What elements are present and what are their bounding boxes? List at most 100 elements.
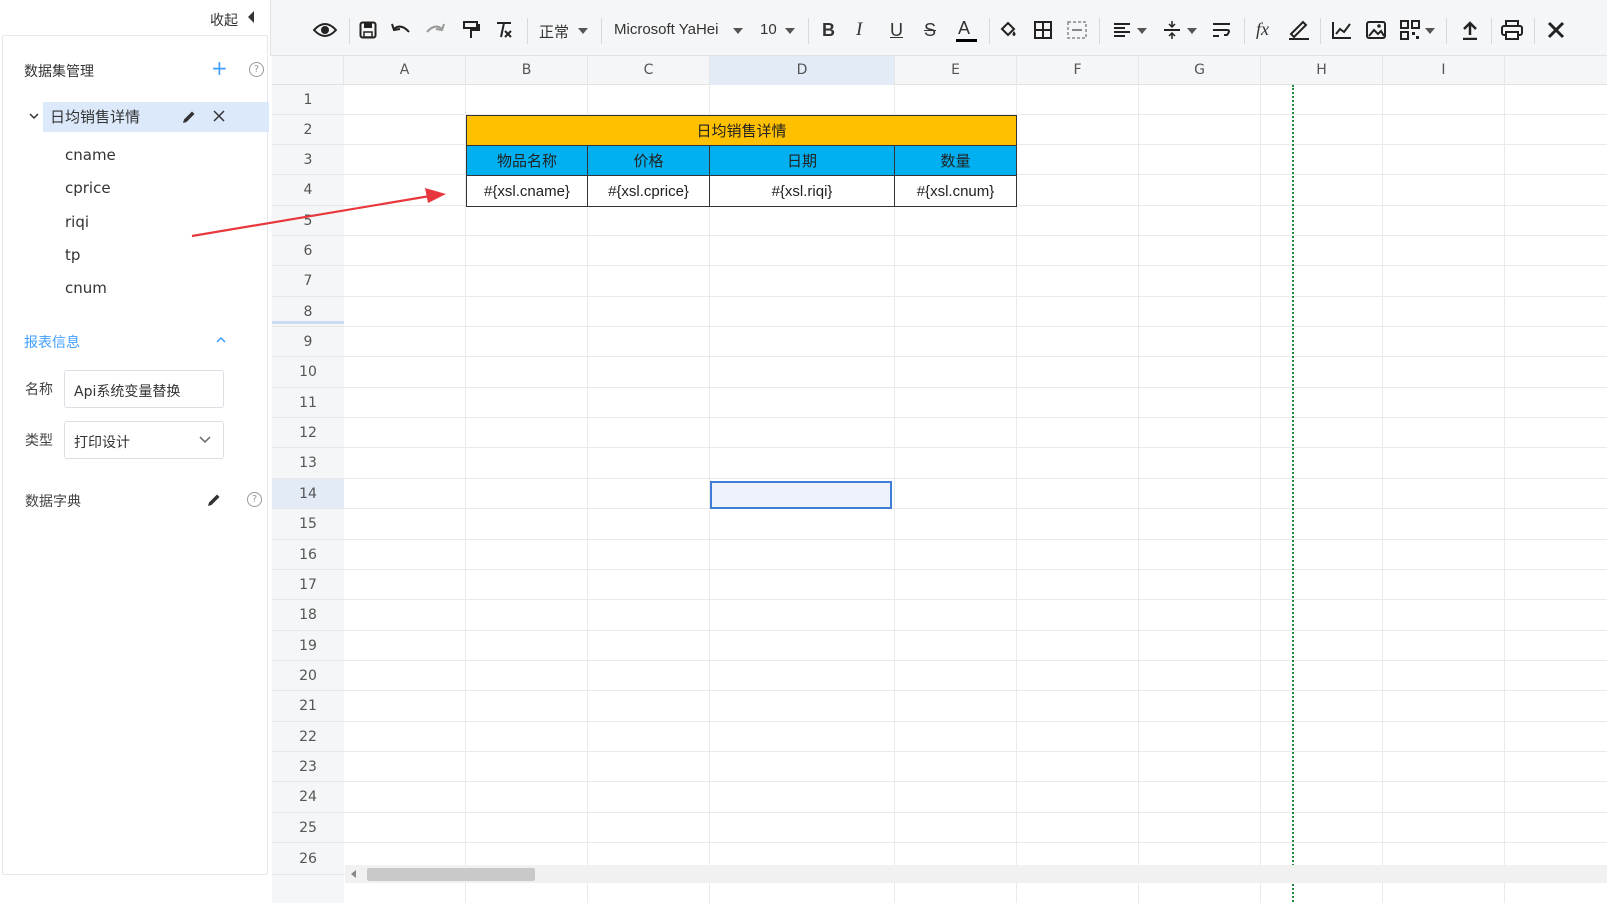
row-header[interactable]: 11: [272, 388, 344, 418]
style-select-caret[interactable]: [578, 28, 588, 34]
row-header[interactable]: 24: [272, 782, 344, 813]
collapse-bar[interactable]: 收起: [0, 0, 270, 35]
header-cell[interactable]: 日期: [709, 145, 895, 176]
undo-icon[interactable]: [390, 18, 412, 42]
field-item[interactable]: cname: [65, 146, 116, 164]
row-header[interactable]: 12: [272, 418, 344, 448]
chart-icon[interactable]: [1331, 18, 1353, 42]
corner-cell[interactable]: [272, 56, 344, 85]
row-header[interactable]: 7: [272, 266, 344, 297]
field-item[interactable]: riqi: [65, 213, 89, 231]
row-header[interactable]: 19: [272, 631, 344, 661]
field-item[interactable]: tp: [65, 246, 80, 264]
vertical-align-caret[interactable]: [1187, 28, 1197, 34]
column-header[interactable]: H: [1261, 56, 1383, 85]
preview-eye-icon[interactable]: [313, 18, 337, 42]
chevron-down-icon[interactable]: [28, 110, 40, 122]
italic-button[interactable]: I: [856, 19, 862, 41]
field-item[interactable]: cnum: [65, 279, 107, 297]
vertical-align-icon[interactable]: [1161, 18, 1183, 42]
border-icon[interactable]: [1032, 18, 1054, 42]
add-dataset-icon[interactable]: +: [211, 58, 228, 78]
font-size-caret[interactable]: [785, 28, 795, 34]
dictionary-help-icon[interactable]: ?: [247, 492, 262, 507]
cell-area[interactable]: 日均销售详情 物品名称 价格 日期 数量 #{xsl.cname} #{xsl.…: [344, 85, 1607, 903]
image-icon[interactable]: [1365, 18, 1387, 42]
font-color-button[interactable]: A: [958, 18, 970, 39]
collapse-label[interactable]: 收起: [210, 10, 238, 30]
field-item[interactable]: cprice: [65, 179, 111, 197]
selected-cell[interactable]: [710, 481, 892, 509]
row-header[interactable]: 21: [272, 691, 344, 722]
upload-icon[interactable]: [1459, 18, 1481, 42]
row-header[interactable]: 18: [272, 600, 344, 631]
merge-cells-icon[interactable]: [1066, 18, 1088, 42]
fill-color-icon[interactable]: [998, 18, 1020, 42]
spreadsheet-grid[interactable]: A B C D E F G H I 1 2 3 4 5 6 7 8 9 10 11 12 13 14 15 1…: [272, 56, 1607, 903]
row-header[interactable]: 14: [272, 479, 344, 509]
row-header[interactable]: 25: [272, 813, 344, 843]
column-header[interactable]: A: [344, 56, 466, 85]
wrap-text-icon[interactable]: [1211, 18, 1233, 42]
row-header[interactable]: 22: [272, 722, 344, 752]
underline-button[interactable]: U: [890, 20, 903, 41]
dataset-help-icon[interactable]: ?: [249, 62, 264, 77]
column-header[interactable]: F: [1017, 56, 1139, 85]
sign-pen-icon[interactable]: [1288, 18, 1310, 42]
row-header[interactable]: 4: [272, 175, 344, 206]
bold-button[interactable]: B: [822, 20, 835, 41]
align-left-icon[interactable]: [1111, 18, 1133, 42]
font-select-caret[interactable]: [733, 28, 743, 34]
row-header[interactable]: 16: [272, 540, 344, 570]
clear-format-icon[interactable]: [493, 18, 515, 42]
column-header[interactable]: C: [588, 56, 710, 85]
style-select[interactable]: 正常: [539, 21, 569, 42]
row-header[interactable]: 20: [272, 661, 344, 691]
close-editor-icon[interactable]: [1545, 18, 1567, 42]
edit-dataset-icon[interactable]: [181, 109, 197, 125]
data-cell[interactable]: #{xsl.riqi}: [709, 175, 895, 207]
row-header[interactable]: 1: [272, 85, 344, 115]
chevron-up-icon[interactable]: [215, 335, 227, 345]
data-cell[interactable]: #{xsl.cname}: [466, 175, 588, 207]
dataset-name[interactable]: 日均销售详情: [50, 106, 140, 127]
report-title-cell[interactable]: 日均销售详情: [466, 115, 1017, 146]
formula-button[interactable]: fx: [1256, 19, 1269, 40]
column-header-overflow[interactable]: [1505, 56, 1607, 85]
row-header[interactable]: 23: [272, 752, 344, 782]
row-header[interactable]: 9: [272, 327, 344, 357]
format-painter-icon[interactable]: [460, 18, 482, 42]
horizontal-scroll-thumb[interactable]: [367, 868, 535, 881]
redo-icon[interactable]: [424, 18, 446, 42]
column-header[interactable]: G: [1139, 56, 1261, 85]
row-header[interactable]: 15: [272, 509, 344, 540]
horizontal-scrollbar[interactable]: [345, 865, 1607, 883]
report-type-select[interactable]: 打印设计: [64, 421, 224, 459]
row-header[interactable]: 26: [272, 843, 344, 875]
print-icon[interactable]: [1501, 18, 1523, 42]
row-header[interactable]: 17: [272, 570, 344, 600]
column-header[interactable]: B: [466, 56, 588, 85]
strikethrough-button[interactable]: S: [924, 20, 936, 41]
data-cell[interactable]: #{xsl.cnum}: [894, 175, 1017, 207]
row-header[interactable]: 13: [272, 448, 344, 479]
qrcode-caret[interactable]: [1425, 28, 1435, 34]
column-header[interactable]: I: [1383, 56, 1505, 85]
column-header[interactable]: E: [895, 56, 1017, 85]
scroll-left-icon[interactable]: [351, 870, 356, 878]
row-header[interactable]: 5: [272, 206, 344, 236]
column-header[interactable]: D: [710, 56, 895, 85]
row-header[interactable]: 6: [272, 236, 344, 266]
header-cell[interactable]: 数量: [894, 145, 1017, 176]
edit-dictionary-icon[interactable]: [206, 492, 222, 508]
row-header[interactable]: 10: [272, 357, 344, 388]
header-cell[interactable]: 物品名称: [466, 145, 588, 176]
data-cell[interactable]: #{xsl.cprice}: [587, 175, 710, 207]
align-caret[interactable]: [1137, 28, 1147, 34]
close-icon[interactable]: [212, 109, 226, 123]
font-size-select[interactable]: 10: [760, 21, 777, 38]
row-header[interactable]: 3: [272, 145, 344, 175]
collapse-arrow-icon[interactable]: [246, 10, 256, 24]
qrcode-icon[interactable]: [1399, 18, 1421, 42]
header-cell[interactable]: 价格: [587, 145, 710, 176]
